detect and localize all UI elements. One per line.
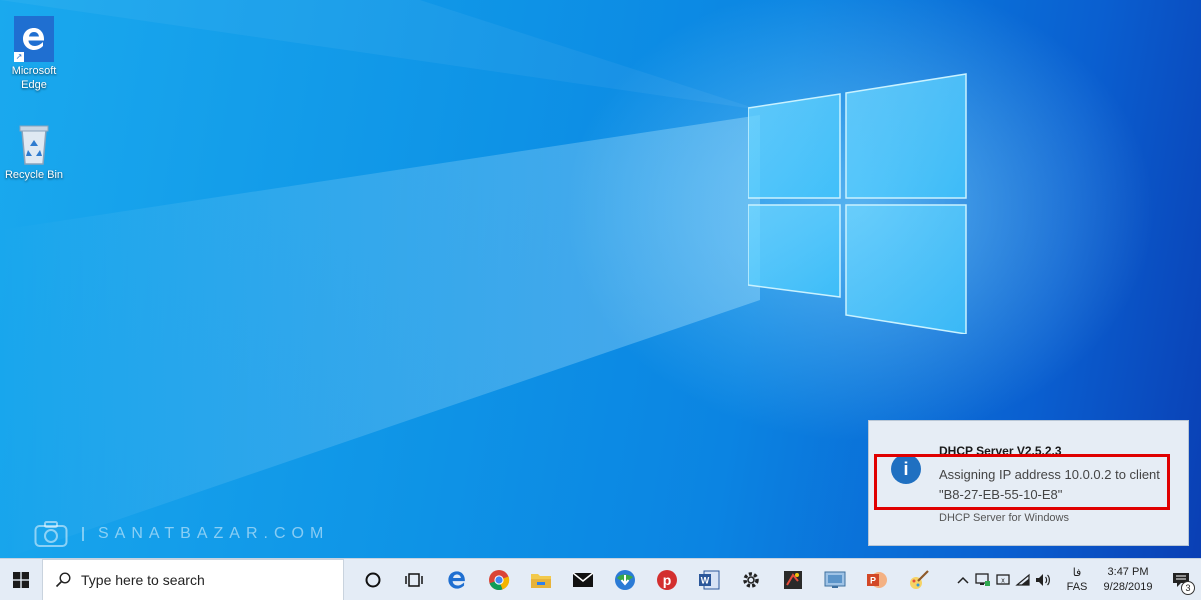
mail-icon: [572, 571, 594, 587]
clock-date: 9/28/2019: [1103, 581, 1153, 593]
shortcut-arrow-icon: ↗: [14, 52, 24, 62]
svg-text:W: W: [701, 575, 710, 585]
taskbar-word-button[interactable]: W: [688, 559, 730, 600]
notification-count-badge: 3: [1181, 581, 1195, 595]
pinterest-icon: p: [657, 569, 677, 590]
taskbar-edge-button[interactable]: [436, 559, 478, 600]
taskbar-chrome-button[interactable]: [478, 559, 520, 600]
notification-source: DHCP Server for Windows: [939, 512, 1069, 524]
edge-icon: [448, 570, 465, 589]
word-icon: W: [699, 570, 720, 589]
svg-text:P: P: [870, 575, 876, 585]
notification-title: DHCP Server V2.5.2.3: [939, 444, 1062, 458]
search-placeholder: Type here to search: [81, 571, 205, 588]
watermark-separator: [82, 527, 84, 541]
taskbar-mail-button[interactable]: [562, 559, 604, 600]
brush-icon: [910, 569, 929, 589]
search-input[interactable]: Type here to search: [42, 558, 344, 600]
svg-text:x: x: [1001, 578, 1005, 585]
powerpoint-icon: P: [867, 571, 887, 588]
taskbar-file-explorer-button[interactable]: [520, 559, 562, 600]
tray-wifi[interactable]: [1013, 559, 1033, 600]
tray-network-drive[interactable]: [973, 559, 993, 600]
clock-time: 3:47 PM: [1107, 566, 1149, 578]
tray-volume[interactable]: [1033, 559, 1053, 600]
watermark: SANATBAZAR.COM: [34, 520, 329, 548]
chrome-icon: [489, 569, 510, 590]
edge-icon: ↗: [14, 16, 54, 62]
taskbar-paint-button[interactable]: [772, 559, 814, 600]
desktop-icon-recycle-bin[interactable]: Recycle Bin: [2, 122, 66, 182]
svg-text:p: p: [663, 572, 672, 588]
keyboard-script: فا: [1072, 567, 1082, 579]
taskbar-pinterest-button[interactable]: p: [646, 559, 688, 600]
network-drive-icon: [975, 573, 990, 586]
remote-desktop-icon: [824, 571, 846, 588]
paint-icon: [784, 570, 802, 589]
camera-icon: [34, 521, 68, 547]
notification-body: Assigning IP address 10.0.0.2 to client …: [939, 467, 1160, 502]
taskbar-brush-button[interactable]: [898, 559, 940, 600]
tray-device[interactable]: x: [993, 559, 1013, 600]
pinned-apps: p W P: [352, 559, 940, 600]
taskbar: Type here to search p W P x فا FAS 3:47 …: [0, 558, 1201, 600]
task-view-button[interactable]: [394, 559, 436, 600]
start-button[interactable]: [0, 559, 42, 600]
internet-download-manager-icon: [615, 569, 635, 590]
taskbar-remote-desktop-button[interactable]: [814, 559, 856, 600]
wifi-icon: [1015, 573, 1030, 586]
chevron-up-icon: [957, 576, 969, 584]
file-explorer-icon: [531, 573, 551, 588]
show-hidden-icons-button[interactable]: [953, 559, 973, 600]
task-view-icon: [405, 572, 423, 587]
language-code: FAS: [1066, 581, 1088, 593]
recycle-bin-icon: [19, 125, 49, 165]
cortana-icon: [365, 572, 381, 587]
info-icon: i: [891, 454, 921, 484]
search-icon: [55, 571, 71, 587]
system-tray: x فا FAS 3:47 PM 9/28/2019 3: [953, 559, 1201, 600]
volume-icon: [1036, 574, 1050, 586]
input-language-button[interactable]: فا FAS: [1063, 566, 1091, 594]
notification-toast[interactable]: i DHCP Server V2.5.2.3 Assigning IP addr…: [868, 420, 1189, 546]
watermark-text: SANATBAZAR.COM: [98, 525, 330, 542]
cortana-button[interactable]: [352, 559, 394, 600]
desktop-icon-label: Recycle Bin: [4, 169, 64, 181]
taskbar-idm-button[interactable]: [604, 559, 646, 600]
action-center-button[interactable]: 3: [1161, 559, 1201, 600]
desktop-icon-label: Microsoft Edge: [11, 65, 57, 91]
windows-start-icon: [13, 571, 29, 588]
clock-button[interactable]: 3:47 PM 9/28/2019: [1095, 565, 1161, 595]
settings-icon: [743, 571, 759, 588]
taskbar-settings-button[interactable]: [730, 559, 772, 600]
usb-device-icon: x: [996, 574, 1010, 585]
desktop-icon-edge[interactable]: ↗ Microsoft Edge: [2, 16, 66, 92]
taskbar-powerpoint-button[interactable]: P: [856, 559, 898, 600]
windows-logo: [748, 73, 967, 334]
